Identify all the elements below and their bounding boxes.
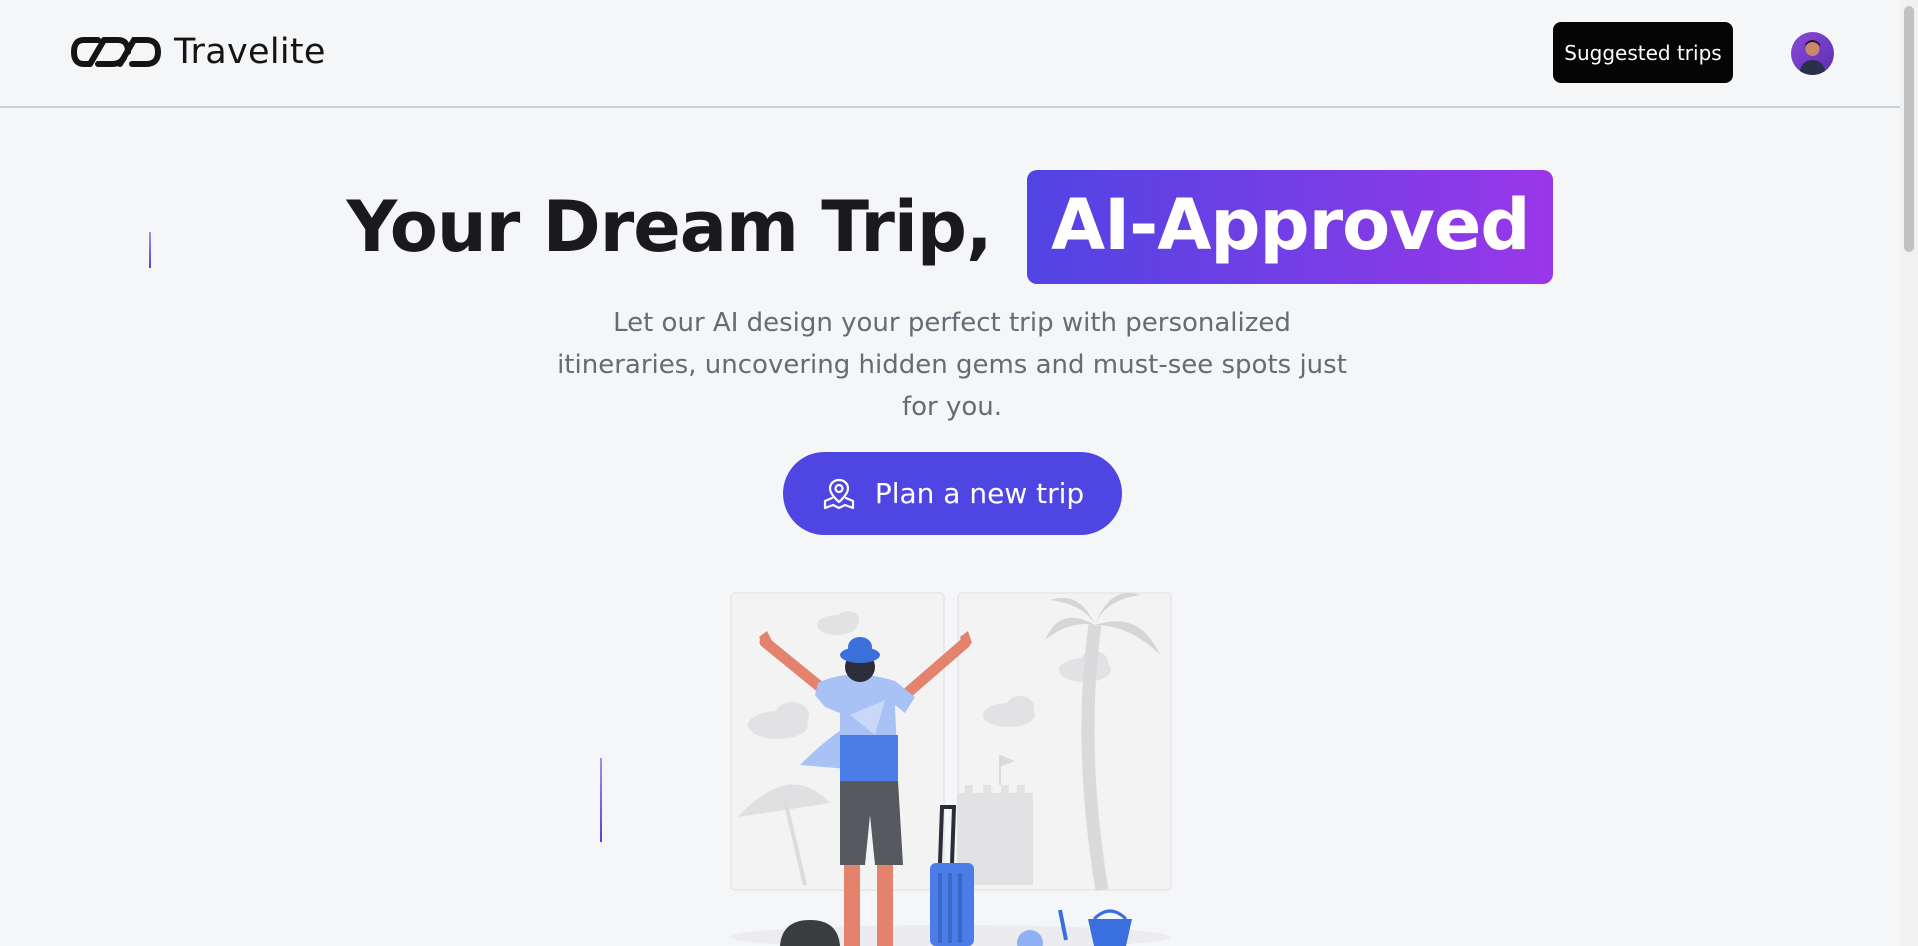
logo-icon	[70, 37, 162, 67]
user-avatar[interactable]	[1791, 32, 1834, 75]
plan-new-trip-button[interactable]: Plan a new trip	[783, 452, 1122, 535]
map-pin-icon	[823, 478, 854, 509]
suggested-trips-button[interactable]: Suggested trips	[1553, 22, 1733, 83]
traveler-illustration	[730, 592, 1172, 946]
plan-new-trip-label: Plan a new trip	[874, 477, 1085, 510]
scrollbar-thumb[interactable]	[1904, 6, 1914, 252]
brand-name: Travelite	[174, 32, 326, 72]
page-scrollbar[interactable]	[1900, 0, 1918, 946]
decorative-line	[600, 758, 602, 842]
hero-title: Your Dream Trip, AI-Approved	[0, 170, 1900, 284]
brand-logo[interactable]: Travelite	[70, 32, 326, 72]
hero-title-plain: Your Dream Trip,	[346, 186, 993, 268]
person-icon	[1799, 40, 1826, 75]
hero-subtitle: Let our AI design your perfect trip with…	[557, 308, 1347, 422]
hero-title-highlight: AI-Approved	[1026, 170, 1554, 284]
top-navbar: Travelite Suggested trips	[0, 0, 1900, 108]
